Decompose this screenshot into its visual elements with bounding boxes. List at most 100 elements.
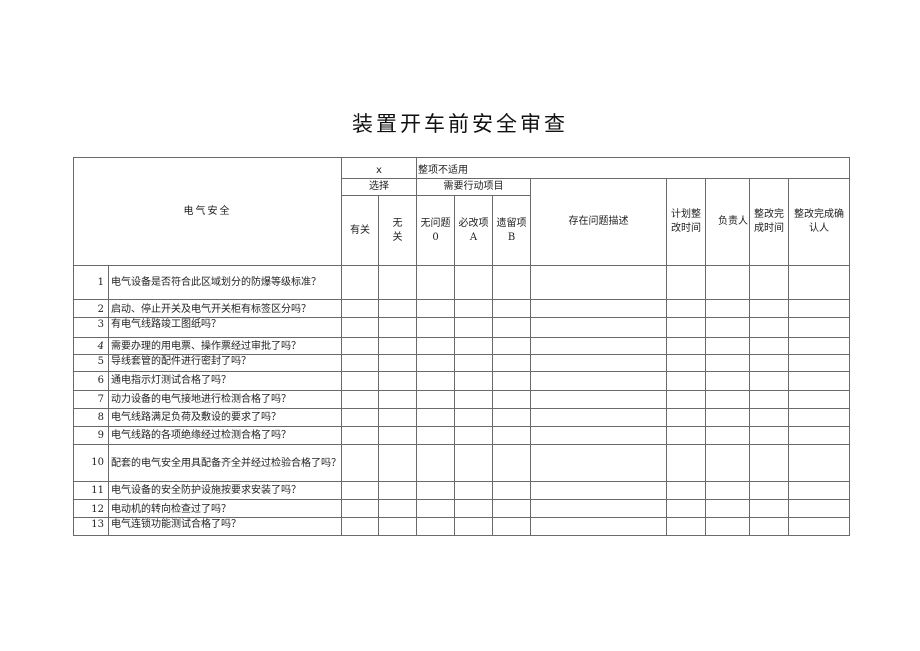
must-fix-cell[interactable] (454, 499, 494, 518)
done-time-cell[interactable] (749, 317, 790, 338)
owner-cell[interactable] (705, 408, 751, 427)
relevant-cell[interactable] (341, 390, 379, 409)
relevant-cell[interactable] (341, 517, 379, 536)
confirm-cell[interactable] (788, 390, 851, 409)
done-time-cell[interactable] (749, 299, 790, 318)
done-time-cell[interactable] (749, 371, 790, 391)
relevant-cell[interactable] (341, 265, 379, 300)
plan-time-cell[interactable] (666, 408, 707, 427)
owner-cell[interactable] (705, 426, 751, 445)
relevant-cell[interactable] (341, 371, 379, 391)
no-issue-cell[interactable] (416, 481, 456, 500)
relevant-cell[interactable] (341, 317, 379, 338)
owner-cell[interactable] (705, 371, 751, 391)
must-fix-cell[interactable] (454, 408, 494, 427)
no-issue-cell[interactable] (416, 371, 456, 391)
issue-description-cell[interactable] (530, 499, 668, 518)
plan-time-cell[interactable] (666, 444, 707, 482)
relevant-cell[interactable] (341, 481, 379, 500)
owner-cell[interactable] (705, 517, 751, 536)
confirm-cell[interactable] (788, 265, 851, 300)
irrelevant-cell[interactable] (377, 371, 418, 391)
issue-description-cell[interactable] (530, 299, 668, 318)
irrelevant-cell[interactable] (377, 499, 418, 518)
owner-cell[interactable] (705, 265, 751, 300)
issue-description-cell[interactable] (530, 265, 668, 300)
owner-cell[interactable] (705, 299, 751, 318)
done-time-cell[interactable] (749, 444, 790, 482)
done-time-cell[interactable] (749, 265, 790, 300)
confirm-cell[interactable] (788, 408, 851, 427)
plan-time-cell[interactable] (666, 354, 707, 372)
issue-description-cell[interactable] (530, 481, 668, 500)
relevant-cell[interactable] (341, 444, 379, 482)
confirm-cell[interactable] (788, 481, 851, 500)
remaining-cell[interactable] (492, 426, 532, 445)
done-time-cell[interactable] (749, 390, 790, 409)
no-issue-cell[interactable] (416, 299, 456, 318)
plan-time-cell[interactable] (666, 371, 707, 391)
irrelevant-cell[interactable] (377, 337, 418, 355)
irrelevant-cell[interactable] (377, 317, 418, 338)
remaining-cell[interactable] (492, 517, 532, 536)
owner-cell[interactable] (705, 354, 751, 372)
remaining-cell[interactable] (492, 481, 532, 500)
remaining-cell[interactable] (492, 337, 532, 355)
plan-time-cell[interactable] (666, 299, 707, 318)
plan-time-cell[interactable] (666, 426, 707, 445)
no-issue-cell[interactable] (416, 499, 456, 518)
must-fix-cell[interactable] (454, 299, 494, 318)
confirm-cell[interactable] (788, 317, 851, 338)
issue-description-cell[interactable] (530, 317, 668, 338)
owner-cell[interactable] (705, 499, 751, 518)
done-time-cell[interactable] (749, 481, 790, 500)
irrelevant-cell[interactable] (377, 299, 418, 318)
plan-time-cell[interactable] (666, 337, 707, 355)
confirm-cell[interactable] (788, 354, 851, 372)
plan-time-cell[interactable] (666, 317, 707, 338)
done-time-cell[interactable] (749, 426, 790, 445)
confirm-cell[interactable] (788, 444, 851, 482)
issue-description-cell[interactable] (530, 337, 668, 355)
relevant-cell[interactable] (341, 499, 379, 518)
relevant-cell[interactable] (341, 337, 379, 355)
owner-cell[interactable] (705, 444, 751, 482)
relevant-cell[interactable] (341, 426, 379, 445)
must-fix-cell[interactable] (454, 337, 494, 355)
must-fix-cell[interactable] (454, 517, 494, 536)
remaining-cell[interactable] (492, 299, 532, 318)
owner-cell[interactable] (705, 390, 751, 409)
plan-time-cell[interactable] (666, 499, 707, 518)
must-fix-cell[interactable] (454, 481, 494, 500)
remaining-cell[interactable] (492, 408, 532, 427)
confirm-cell[interactable] (788, 426, 851, 445)
irrelevant-cell[interactable] (377, 481, 418, 500)
must-fix-cell[interactable] (454, 444, 494, 482)
must-fix-cell[interactable] (454, 371, 494, 391)
owner-cell[interactable] (705, 481, 751, 500)
issue-description-cell[interactable] (530, 426, 668, 445)
plan-time-cell[interactable] (666, 390, 707, 409)
no-issue-cell[interactable] (416, 517, 456, 536)
confirm-cell[interactable] (788, 371, 851, 391)
no-issue-cell[interactable] (416, 354, 456, 372)
no-issue-cell[interactable] (416, 337, 456, 355)
must-fix-cell[interactable] (454, 317, 494, 338)
relevant-cell[interactable] (341, 408, 379, 427)
irrelevant-cell[interactable] (377, 354, 418, 372)
not-applicable-mark[interactable]: x (340, 157, 418, 179)
issue-description-cell[interactable] (530, 371, 668, 391)
issue-description-cell[interactable] (530, 517, 668, 536)
must-fix-cell[interactable] (454, 354, 494, 372)
done-time-cell[interactable] (749, 499, 790, 518)
remaining-cell[interactable] (492, 265, 532, 300)
must-fix-cell[interactable] (454, 426, 494, 445)
plan-time-cell[interactable] (666, 265, 707, 300)
remaining-cell[interactable] (492, 444, 532, 482)
plan-time-cell[interactable] (666, 481, 707, 500)
issue-description-cell[interactable] (530, 390, 668, 409)
irrelevant-cell[interactable] (377, 444, 418, 482)
issue-description-cell[interactable] (530, 408, 668, 427)
owner-cell[interactable] (705, 337, 751, 355)
plan-time-cell[interactable] (666, 517, 707, 536)
